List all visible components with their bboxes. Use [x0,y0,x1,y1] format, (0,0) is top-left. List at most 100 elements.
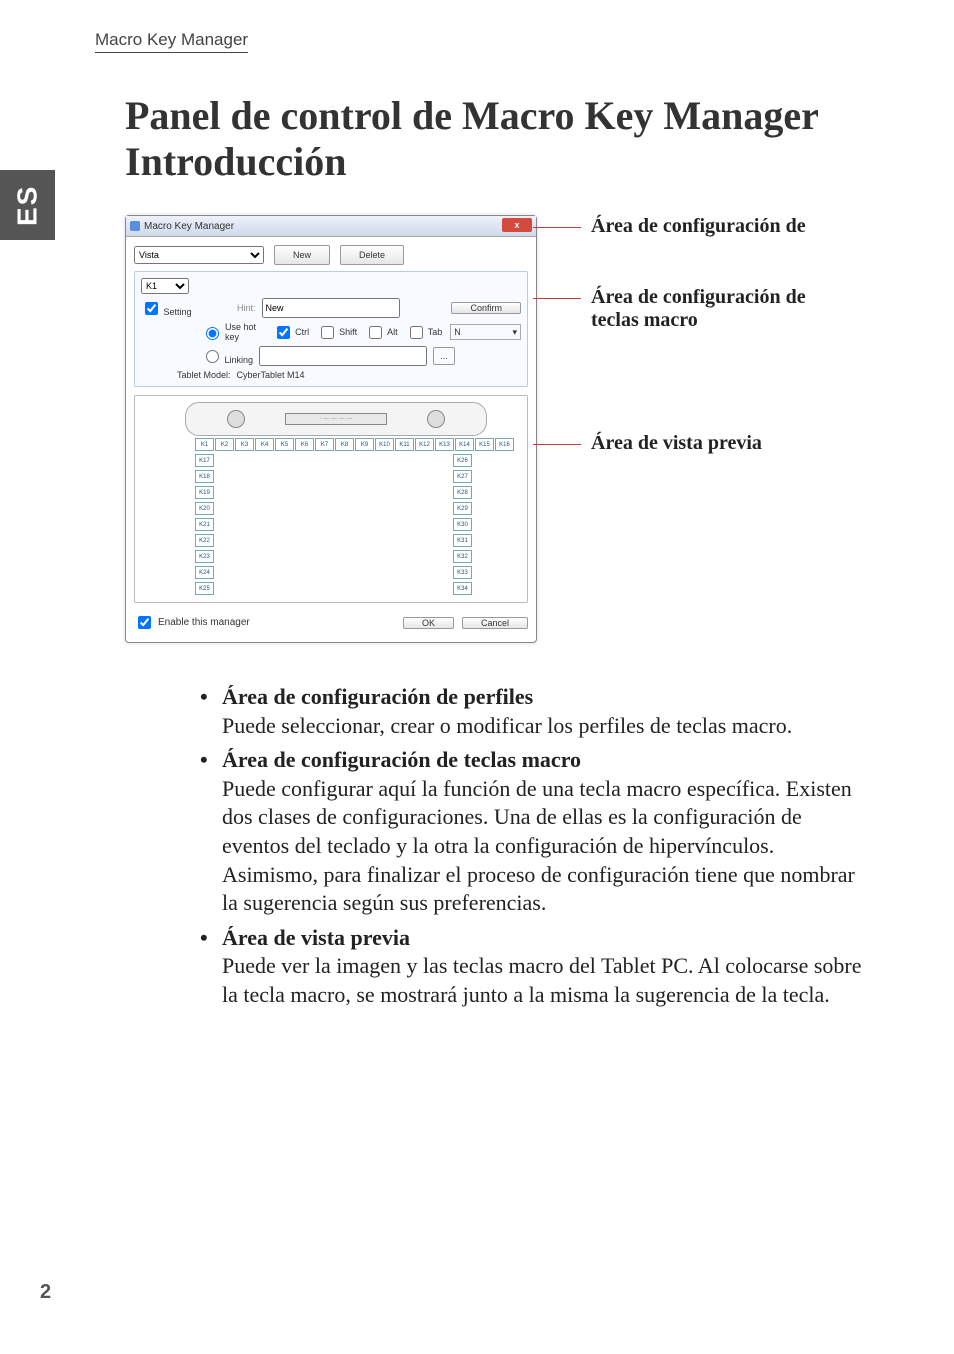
callout-macro-area-line2: teclas macro [591,309,698,331]
confirm-button[interactable]: Confirm [451,302,521,314]
bullet-preview-title: Área de vista previa [222,925,410,950]
page-title: Panel de control de Macro Key Manager In… [125,93,904,185]
tablet-slider: ◦ — — — — [285,413,387,425]
preview-area: ◦ — — — — K1 K2 K3 K4 K5 K6 K7 K8 K9 K10 [134,395,528,603]
key-k31[interactable]: K31 [453,534,472,547]
setting-checkbox-input[interactable] [145,302,158,315]
key-k3[interactable]: K3 [235,438,254,451]
key-k2[interactable]: K2 [215,438,234,451]
ok-button[interactable]: OK [403,617,454,629]
key-k11[interactable]: K11 [395,438,414,451]
app-icon [130,221,140,231]
key-k33[interactable]: K33 [453,566,472,579]
key-k18[interactable]: K18 [195,470,214,483]
key-k1[interactable]: K1 [195,438,214,451]
chevron-down-icon: ▾ [512,327,517,338]
linking-radio-input[interactable] [206,350,219,363]
key-k24[interactable]: K24 [195,566,214,579]
key-k34[interactable]: K34 [453,582,472,595]
use-hotkey-label: Use hot key [225,322,265,342]
page-number: 2 [40,1281,51,1304]
window-title: Macro Key Manager [144,221,234,232]
key-k30[interactable]: K30 [453,518,472,531]
key-k4[interactable]: K4 [255,438,274,451]
key-k21[interactable]: K21 [195,518,214,531]
enable-manager-checkbox[interactable]: Enable this manager [134,613,250,632]
enable-manager-checkbox-input[interactable] [138,616,151,629]
setting-checkbox[interactable]: Setting [141,299,192,318]
key-k26[interactable]: K26 [453,454,472,467]
bullet-profile: Área de configuración de perfiles Puede … [200,683,874,740]
key-k9[interactable]: K9 [355,438,374,451]
cancel-button[interactable]: Cancel [462,617,528,629]
app-window: Macro Key Manager x Vista New Delete K1 [125,215,537,643]
callout-profile-area: Área de configuración de [561,215,904,238]
callout-macro-area: Área de configuración de teclas macro [561,286,904,332]
left-key-column: K17 K18 K19 K20 K21 K22 K23 K24 K25 [195,454,214,595]
key-k23[interactable]: K23 [195,550,214,563]
key-k15[interactable]: K15 [475,438,494,451]
key-k7[interactable]: K7 [315,438,334,451]
use-hotkey-radio[interactable]: Use hot key [201,322,265,342]
close-button[interactable]: x [502,218,532,232]
key-k22[interactable]: K22 [195,534,214,547]
key-select[interactable]: K1 [141,278,189,294]
ctrl-checkbox[interactable]: Ctrl [273,323,309,342]
bullet-macro: Área de configuración de teclas macro Pu… [200,746,874,918]
key-k16[interactable]: K16 [495,438,514,451]
key-k25[interactable]: K25 [195,582,214,595]
key-k14[interactable]: K14 [455,438,474,451]
key-k19[interactable]: K19 [195,486,214,499]
bullet-profile-title: Área de configuración de perfiles [222,684,533,709]
tablet-hole-left [227,410,245,428]
key-k10[interactable]: K10 [375,438,394,451]
hotkey-combo-value: N [454,327,461,337]
modifier-checkboxes: Ctrl Shift Alt Tab [273,323,442,342]
window-titlebar: Macro Key Manager x [126,216,536,237]
tablet-frame: ◦ — — — — [185,402,487,436]
key-k13[interactable]: K13 [435,438,454,451]
key-k27[interactable]: K27 [453,470,472,483]
key-k6[interactable]: K6 [295,438,314,451]
right-key-column: K26 K27 K28 K29 K30 K31 K32 K33 K34 [453,454,472,595]
bullet-profile-body: Puede seleccionar, crear o modificar los… [222,713,792,738]
hint-input[interactable] [262,298,400,318]
key-k8[interactable]: K8 [335,438,354,451]
body-text: Área de configuración de perfiles Puede … [200,683,874,1010]
bullet-macro-title: Área de configuración de teclas macro [222,747,581,772]
new-profile-button[interactable]: New [274,245,330,265]
use-hotkey-radio-input[interactable] [206,327,219,340]
running-head: Macro Key Manager [95,30,248,53]
tablet-model-label: Tablet Model: [177,370,231,380]
linking-radio[interactable]: Linking [201,347,253,365]
key-k17[interactable]: K17 [195,454,214,467]
profile-select[interactable]: Vista [134,246,264,264]
bullet-preview: Área de vista previa Puede ver la imagen… [200,924,874,1010]
alt-checkbox[interactable]: Alt [365,323,398,342]
browse-button[interactable]: ... [433,347,455,365]
hint-label: Hint: [198,303,256,313]
tablet-model-row: Tablet Model: CyberTablet M14 [141,370,521,380]
language-tab: ES [0,170,55,240]
key-k12[interactable]: K12 [415,438,434,451]
macro-key-area: K1 Setting Hint: Confirm [134,271,528,387]
key-k32[interactable]: K32 [453,550,472,563]
callout-column: Área de configuración de Área de configu… [561,215,904,503]
tab-checkbox[interactable]: Tab [406,323,443,342]
shift-checkbox[interactable]: Shift [317,323,357,342]
linking-label: Linking [225,355,254,365]
key-k5[interactable]: K5 [275,438,294,451]
callout-macro-area-line1: Área de configuración de [591,286,806,308]
key-k29[interactable]: K29 [453,502,472,515]
key-k20[interactable]: K20 [195,502,214,515]
hotkey-combo[interactable]: N ▾ [450,324,521,340]
bullet-preview-body: Puede ver la imagen y las teclas macro d… [222,953,862,1007]
linking-input[interactable] [259,346,427,366]
delete-profile-button[interactable]: Delete [340,245,404,265]
key-k28[interactable]: K28 [453,486,472,499]
setting-checkbox-label: Setting [164,307,192,317]
bullet-macro-body: Puede configurar aquí la función de una … [222,776,855,915]
tablet-model-value: CyberTablet M14 [237,370,305,380]
profile-area: Vista New Delete [134,245,528,265]
enable-manager-label: Enable this manager [158,617,250,628]
